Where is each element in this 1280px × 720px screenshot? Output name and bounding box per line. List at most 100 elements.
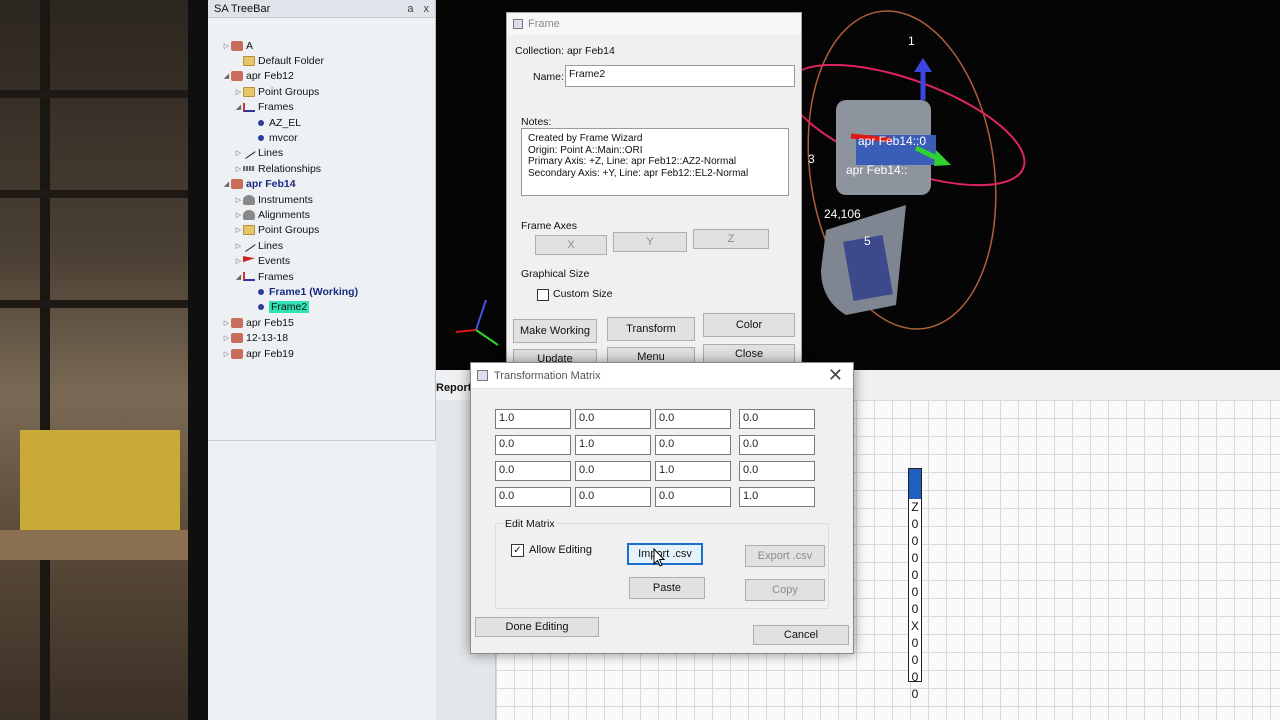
matrix-cell[interactable]: 1.0: [655, 461, 731, 481]
expander-icon[interactable]: ▷: [234, 226, 243, 234]
tree-item[interactable]: ◢ Frames: [208, 269, 435, 284]
notes-field[interactable]: Created by Frame Wizard Origin: Point A:…: [521, 128, 789, 196]
tree-item[interactable]: ▷ Alignments: [208, 207, 435, 222]
matrix-cell[interactable]: 0.0: [655, 435, 731, 455]
expander-icon[interactable]: ▷: [222, 319, 231, 327]
expander-icon[interactable]: ▷: [234, 165, 243, 173]
color-button[interactable]: Color: [703, 313, 795, 337]
expander-icon[interactable]: ▷: [222, 334, 231, 342]
frame-label-2: apr Feb14::: [846, 163, 907, 177]
expander-icon[interactable]: ◢: [234, 273, 243, 281]
expander-icon[interactable]: ▷: [234, 211, 243, 219]
expander-icon[interactable]: ▷: [222, 350, 231, 358]
triad-z: [475, 299, 487, 331]
notes-line: Created by Frame Wizard: [528, 133, 643, 144]
export-csv-button[interactable]: Export .csv: [745, 545, 825, 567]
tree-item-label: A: [246, 39, 254, 52]
tree-item[interactable]: ▷ Events: [208, 253, 435, 268]
tree-item[interactable]: Frame1 (Working): [208, 284, 435, 299]
z-column-value: 0: [911, 653, 919, 667]
close-icon[interactable]: x: [424, 3, 430, 15]
tree-item[interactable]: ▷ Point Groups: [208, 84, 435, 99]
pin-icon[interactable]: a: [407, 3, 413, 15]
matrix-cell[interactable]: 0.0: [739, 409, 815, 429]
tree-item[interactable]: ▷ A: [208, 38, 435, 53]
axis-y-button[interactable]: Y: [613, 232, 687, 252]
folder-icon: [243, 225, 255, 236]
matrix-cell[interactable]: 0.0: [655, 487, 731, 507]
matrix-cell[interactable]: 1.0: [739, 487, 815, 507]
workbench: [0, 530, 200, 560]
graphical-size-label: Graphical Size: [521, 268, 590, 280]
tree-item[interactable]: ▷ Point Groups: [208, 223, 435, 238]
expander-icon[interactable]: ▷: [234, 88, 243, 96]
tree-item-label: Frames: [258, 101, 294, 114]
matrix-cell[interactable]: 0.0: [739, 461, 815, 481]
collection-label: Collection: apr Feb14: [515, 45, 615, 57]
axis-z-button[interactable]: Z: [693, 229, 769, 249]
tree-item[interactable]: ◢ apr Feb14: [208, 177, 435, 192]
expander-icon[interactable]: ▷: [234, 196, 243, 204]
allow-editing-checkbox[interactable]: ✓: [511, 544, 524, 557]
z-column-value: 0: [911, 602, 919, 616]
matrix-cell[interactable]: 0.0: [495, 487, 571, 507]
shelf: [0, 90, 200, 98]
tree-item[interactable]: ◢ Frames: [208, 100, 435, 115]
tree-item[interactable]: ▷ Lines: [208, 146, 435, 161]
tree-item-label: Frame1 (Working): [269, 285, 359, 298]
line-icon: [242, 239, 256, 252]
axis-x-button[interactable]: X: [535, 235, 607, 255]
cancel-button[interactable]: Cancel: [753, 625, 849, 645]
frame-icon: [243, 272, 255, 282]
tree-item-label: apr Feb15: [246, 316, 294, 329]
matrix-cell[interactable]: 0.0: [575, 487, 651, 507]
make-working-button[interactable]: Make Working: [513, 319, 597, 343]
z-column-value: X: [910, 619, 919, 633]
name-field[interactable]: Frame2: [565, 65, 795, 87]
expander-icon[interactable]: ◢: [234, 103, 243, 111]
tree-item[interactable]: ▷ 12-13-18: [208, 330, 435, 345]
tree-item[interactable]: AZ_EL: [208, 115, 435, 130]
notes-label: Notes:: [521, 116, 552, 128]
matrix-cell[interactable]: 0.0: [575, 409, 651, 429]
expander-icon[interactable]: ◢: [222, 72, 231, 80]
matrix-cell[interactable]: 0.0: [495, 461, 571, 481]
tree-item[interactable]: ▷ Lines: [208, 238, 435, 253]
tree-item[interactable]: Frame2: [208, 300, 435, 315]
tree-item-label: apr Feb12: [246, 70, 294, 83]
expander-icon[interactable]: ▷: [222, 42, 231, 50]
matrix-cell[interactable]: 0.0: [575, 461, 651, 481]
z-column-value: 0: [911, 585, 919, 599]
matrix-cell[interactable]: 0.0: [655, 409, 731, 429]
line-icon: [242, 147, 256, 160]
close-icon[interactable]: ✕: [828, 366, 843, 384]
custom-size-checkbox[interactable]: [537, 289, 549, 301]
paste-button[interactable]: Paste: [629, 577, 705, 599]
tree-item[interactable]: ▷ Relationships: [208, 161, 435, 176]
point-label-24106: 24,106: [824, 207, 861, 221]
transform-button[interactable]: Transform: [607, 317, 695, 341]
folder-icon: [243, 56, 255, 67]
matrix-cell[interactable]: 1.0: [575, 435, 651, 455]
matrix-cell[interactable]: 0.0: [495, 435, 571, 455]
treebar-lower-panel: [208, 440, 436, 720]
report-title: Report: [436, 382, 472, 394]
expander-icon[interactable]: ▷: [234, 257, 243, 265]
tree-item[interactable]: ▷ Instruments: [208, 192, 435, 207]
point-icon: [258, 135, 264, 142]
tree-item[interactable]: ◢ apr Feb12: [208, 69, 435, 84]
tree-item[interactable]: mvcor: [208, 130, 435, 145]
triad-y: [475, 329, 499, 346]
expander-icon[interactable]: ▷: [234, 242, 243, 250]
close-button[interactable]: Close: [703, 344, 795, 364]
matrix-cell[interactable]: 1.0: [495, 409, 571, 429]
instrument-icon: [243, 209, 255, 220]
tree-item[interactable]: ▷ apr Feb19: [208, 346, 435, 361]
copy-button[interactable]: Copy: [745, 579, 825, 601]
expander-icon[interactable]: ◢: [222, 180, 231, 188]
tree-item[interactable]: Default Folder: [208, 53, 435, 68]
done-editing-button[interactable]: Done Editing: [475, 617, 599, 637]
matrix-cell[interactable]: 0.0: [739, 435, 815, 455]
tree-item-label: Point Groups: [258, 85, 320, 98]
tree-item[interactable]: ▷ apr Feb15: [208, 315, 435, 330]
